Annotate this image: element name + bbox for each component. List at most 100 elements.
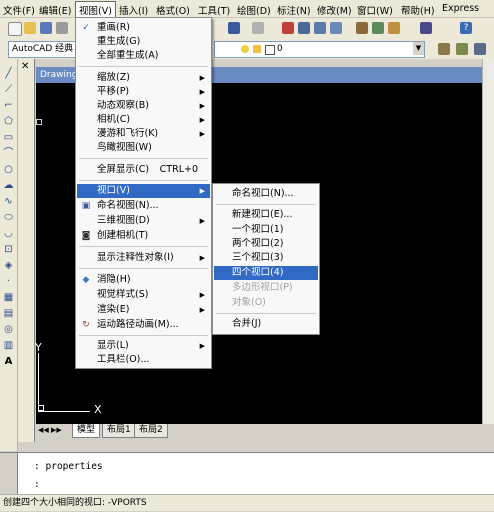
menu-item-display[interactable]: 显示(L) ▶ bbox=[77, 339, 210, 353]
circle-icon[interactable]: ○ bbox=[2, 163, 15, 176]
make-block-icon[interactable]: ◈ bbox=[2, 259, 15, 272]
polyline-icon[interactable]: ⌐ bbox=[2, 99, 15, 112]
construction-line-icon[interactable]: ⟋ bbox=[2, 83, 15, 96]
multiline-text-icon[interactable]: A bbox=[2, 355, 15, 368]
table-icon[interactable]: ▥ bbox=[2, 339, 15, 352]
tool-palettes-icon[interactable] bbox=[388, 22, 400, 34]
line-icon[interactable]: ╱ bbox=[2, 67, 15, 80]
submenu-arrow-icon: ▶ bbox=[199, 130, 205, 138]
arc-icon[interactable]: ⌒ bbox=[2, 147, 15, 160]
menu-item-orbit[interactable]: 动态观察(B) ▶ bbox=[77, 99, 210, 113]
menu-tools[interactable]: 工具(T) bbox=[198, 3, 230, 17]
status-bar: 创建四个大小相同的视口: -VPORTS bbox=[0, 494, 494, 511]
menu-express[interactable]: Express bbox=[442, 3, 479, 14]
spline-icon[interactable]: ∿ bbox=[2, 195, 15, 208]
ellipse-icon[interactable]: ⬭ bbox=[2, 211, 15, 224]
save-icon[interactable] bbox=[40, 22, 52, 34]
pan-icon[interactable] bbox=[282, 22, 294, 34]
tab-nav-first-icon[interactable]: ◀◀ ▶▶ bbox=[38, 426, 62, 434]
close-icon[interactable]: ✕ bbox=[21, 61, 29, 72]
menu-draw[interactable]: 绘图(D) bbox=[237, 3, 271, 17]
layer-dropdown[interactable]: 0 ▼ bbox=[214, 41, 425, 58]
zoom-window-icon[interactable] bbox=[314, 22, 326, 34]
insert-block-icon[interactable]: ⊡ bbox=[2, 243, 15, 256]
zoom-realtime-icon[interactable] bbox=[298, 22, 310, 34]
gradient-icon[interactable]: ▤ bbox=[2, 307, 15, 320]
help-icon[interactable]: ? bbox=[460, 22, 472, 34]
menu-item-named-views[interactable]: ▣ 命名视图(N)... bbox=[77, 199, 210, 213]
point-icon[interactable]: · bbox=[2, 275, 15, 288]
menu-insert[interactable]: 插入(I) bbox=[119, 3, 148, 17]
menu-item-regen-all[interactable]: 全部重生成(A) bbox=[77, 49, 210, 63]
menu-item-walk-fly[interactable]: 漫游和飞行(K) ▶ bbox=[77, 127, 210, 141]
workspace-dropdown[interactable]: AutoCAD 经典 bbox=[8, 41, 81, 58]
command-window-grip[interactable] bbox=[0, 453, 18, 495]
menu-edit[interactable]: 编辑(E) bbox=[39, 3, 71, 17]
revision-cloud-icon[interactable]: ☁ bbox=[2, 179, 15, 192]
tab-layout1[interactable]: 布局1 bbox=[102, 424, 136, 438]
menu-item-zoom[interactable]: 缩放(Z) ▶ bbox=[77, 71, 210, 85]
ellipse-arc-icon[interactable]: ◡ bbox=[2, 227, 15, 240]
new-icon[interactable] bbox=[8, 22, 22, 36]
menu-item-motion-path[interactable]: ↻ 运动路径动画(M)... bbox=[77, 318, 210, 332]
drawing-tab-title[interactable]: Drawing bbox=[36, 67, 80, 83]
chevron-down-icon[interactable]: ▼ bbox=[413, 42, 424, 55]
menu-item-visual-styles[interactable]: 视觉样式(S) ▶ bbox=[77, 288, 210, 302]
vertical-scrollbar[interactable] bbox=[482, 59, 494, 437]
submenu-item-three-viewports[interactable]: 三个视口(3) bbox=[214, 251, 318, 265]
print-icon[interactable] bbox=[56, 22, 68, 34]
menu-item-3d-views[interactable]: 三维视图(D) ▶ bbox=[77, 214, 210, 228]
menu-dimension[interactable]: 标注(N) bbox=[277, 3, 311, 17]
calculator-icon[interactable] bbox=[420, 22, 432, 34]
submenu-item-join[interactable]: 合并(J) bbox=[214, 317, 318, 331]
camera-icon: ◙ bbox=[81, 231, 91, 241]
menu-item-aerial-view[interactable]: 鸟瞰视图(W) bbox=[77, 141, 210, 155]
submenu-item-two-viewports[interactable]: 两个视口(2) bbox=[214, 237, 318, 251]
menu-item-hide[interactable]: ◆ 消隐(H) bbox=[77, 273, 210, 287]
menu-item-viewports[interactable]: 视口(V) ▶ bbox=[77, 184, 210, 198]
menu-item-annotative-objects[interactable]: 显示注释性对象(I) ▶ bbox=[77, 251, 210, 265]
layer-on-icon bbox=[241, 45, 249, 53]
viewports-submenu: 命名视口(N)... 新建视口(E)... 一个视口(1) 两个视口(2) 三个… bbox=[212, 183, 320, 335]
menu-bar: 文件(F) 编辑(E) 视图(V) 插入(I) 格式(O) 工具(T) 绘图(D… bbox=[0, 0, 494, 19]
command-window[interactable]: : properties : bbox=[0, 452, 494, 495]
hatch-icon[interactable]: ▦ bbox=[2, 291, 15, 304]
menu-item-camera[interactable]: 相机(C) ▶ bbox=[77, 113, 210, 127]
polygon-icon[interactable]: ⬠ bbox=[2, 115, 15, 128]
submenu-item-one-viewport[interactable]: 一个视口(1) bbox=[214, 223, 318, 237]
menu-item-regen[interactable]: 重生成(G) bbox=[77, 35, 210, 49]
rectangle-icon[interactable]: ▭ bbox=[2, 131, 15, 144]
menu-help[interactable]: 帮助(H) bbox=[401, 3, 435, 17]
undo-icon[interactable] bbox=[228, 22, 240, 34]
menu-file[interactable]: 文件(F) bbox=[3, 3, 35, 17]
layer-manager-icon[interactable] bbox=[438, 43, 450, 55]
menu-item-toolbars[interactable]: 工具栏(O)... bbox=[77, 353, 210, 367]
properties-icon[interactable] bbox=[356, 22, 368, 34]
menu-item-create-camera[interactable]: ◙ 创建相机(T) bbox=[77, 229, 210, 243]
tab-layout2[interactable]: 布局2 bbox=[134, 424, 168, 438]
open-icon[interactable] bbox=[24, 22, 36, 34]
menu-separator bbox=[79, 180, 208, 181]
tool-strip: ✕ bbox=[18, 59, 35, 442]
design-center-icon[interactable] bbox=[372, 22, 384, 34]
layer-previous-icon[interactable] bbox=[456, 43, 468, 55]
menu-separator bbox=[79, 158, 208, 159]
menu-item-clean-screen[interactable]: 全屏显示(C) CTRL+0 bbox=[77, 163, 210, 177]
submenu-item-new-viewports[interactable]: 新建视口(E)... bbox=[214, 208, 318, 222]
menu-item-redraw[interactable]: ✓ 重画(R) bbox=[77, 21, 210, 35]
redo-icon[interactable] bbox=[252, 22, 264, 34]
menu-item-render[interactable]: 渲染(E) ▶ bbox=[77, 303, 210, 317]
menu-item-pan[interactable]: 平移(P) ▶ bbox=[77, 85, 210, 99]
zoom-previous-icon[interactable] bbox=[330, 22, 342, 34]
submenu-item-named-viewports[interactable]: 命名视口(N)... bbox=[214, 187, 318, 201]
menu-format[interactable]: 格式(O) bbox=[156, 3, 190, 17]
layer-color-icon bbox=[265, 45, 275, 55]
menu-window[interactable]: 窗口(W) bbox=[357, 3, 393, 17]
make-current-icon[interactable] bbox=[474, 43, 486, 55]
tab-model[interactable]: 模型 bbox=[72, 424, 101, 438]
x-axis-label: X bbox=[94, 403, 102, 416]
region-icon[interactable]: ◎ bbox=[2, 323, 15, 336]
motion-path-icon: ↻ bbox=[82, 320, 90, 330]
menu-modify[interactable]: 修改(M) bbox=[317, 3, 352, 17]
submenu-item-four-viewports[interactable]: 四个视口(4) bbox=[214, 266, 318, 280]
